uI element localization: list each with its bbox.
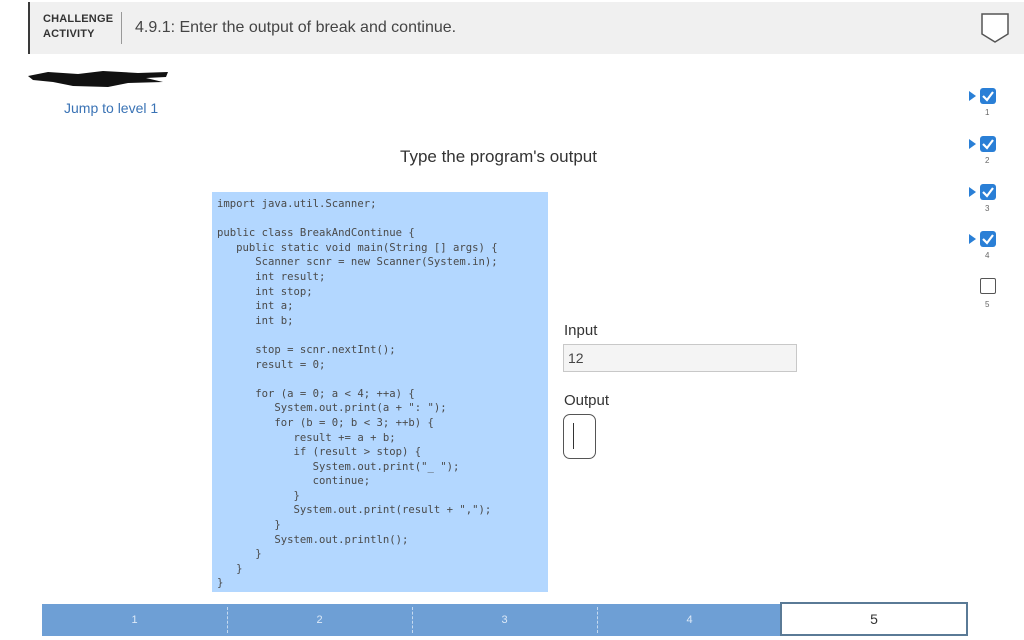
activity-header: CHALLENGE ACTIVITY 4.9.1: Enter the outp… [28,2,1024,54]
chevron-right-icon [969,91,976,101]
level-number: 4 [985,251,990,260]
checkmark-icon [980,184,996,200]
progress-segment-current[interactable]: 5 [780,602,968,636]
empty-checkbox-icon [980,278,996,294]
code-text: import java.util.Scanner; public class B… [217,198,498,590]
input-label: Input [564,322,598,339]
input-value-field: 12 [563,344,797,372]
redacted-author-mark [28,71,168,87]
prompt-text: Type the program's output [400,147,597,166]
checkmark-icon [980,231,996,247]
level-number: 3 [985,204,990,213]
progress-segment-1[interactable]: 1 [42,604,227,636]
progress-segment-4[interactable]: 4 [597,604,782,636]
level-number: 2 [985,156,990,165]
progress-segment-2[interactable]: 2 [227,604,412,636]
level-number: 5 [985,300,990,309]
checkmark-icon [980,136,996,152]
activity-type-label: CHALLENGE ACTIVITY [43,13,114,40]
text-cursor [573,423,574,449]
level-number: 1 [985,108,990,117]
jump-to-level-link[interactable]: Jump to level 1 [64,100,158,116]
chevron-right-icon [969,187,976,197]
checkmark-icon [980,88,996,104]
output-label: Output [564,392,610,409]
output-text-field[interactable] [563,414,596,459]
header-divider [121,12,122,44]
chevron-right-icon [969,234,976,244]
activity-title: 4.9.1: Enter the output of break and con… [135,19,457,36]
chevron-right-icon [969,139,976,149]
level-progress-bar: 1 2 3 4 [42,604,782,636]
code-block: import java.util.Scanner; public class B… [212,192,548,592]
empty-shield-icon [981,13,1009,43]
progress-segment-3[interactable]: 3 [412,604,597,636]
